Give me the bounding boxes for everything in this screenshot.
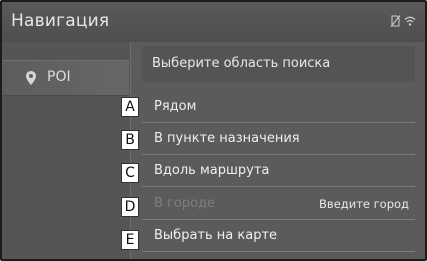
no-sim-icon — [390, 12, 401, 31]
option-near-destination[interactable]: В пункте назначения — [142, 124, 415, 155]
sidebar-item-label: POI — [47, 69, 71, 85]
callout-c: C — [121, 163, 139, 183]
option-label: Вдоль маршрута — [154, 163, 270, 178]
callout-b: B — [121, 130, 139, 150]
header-bar: Навигация — [2, 2, 425, 42]
option-label: В городе — [154, 196, 216, 211]
page-title: Навигация — [11, 11, 110, 31]
option-in-city: В городе Введите город — [142, 189, 415, 220]
option-along-route[interactable]: Вдоль маршрута — [142, 156, 415, 187]
status-icons — [390, 12, 416, 31]
callout-a: A — [121, 97, 139, 117]
option-label: Рядом — [154, 99, 197, 114]
option-label: В пункте назначения — [154, 131, 300, 146]
enter-city-button[interactable]: Введите город — [319, 197, 409, 211]
option-select-on-map[interactable]: Выбрать на карте — [142, 221, 415, 252]
list-header-text: Выберите область поиска — [152, 56, 331, 71]
sidebar-item-poi[interactable]: POI — [2, 60, 129, 96]
option-label: Выбрать на карте — [154, 228, 278, 243]
map-pin-icon — [26, 70, 36, 89]
callout-e: E — [121, 230, 139, 250]
sidebar: POI — [2, 42, 131, 259]
wifi-icon — [404, 12, 416, 31]
option-nearby[interactable]: Рядом — [142, 92, 415, 123]
search-area-list: Выберите область поиска Рядом В пункте н… — [132, 42, 425, 259]
navigation-screen: Навигация POI Выберите область поиска Ря… — [0, 0, 427, 261]
list-header: Выберите область поиска — [142, 46, 415, 82]
callout-d: D — [121, 197, 139, 217]
